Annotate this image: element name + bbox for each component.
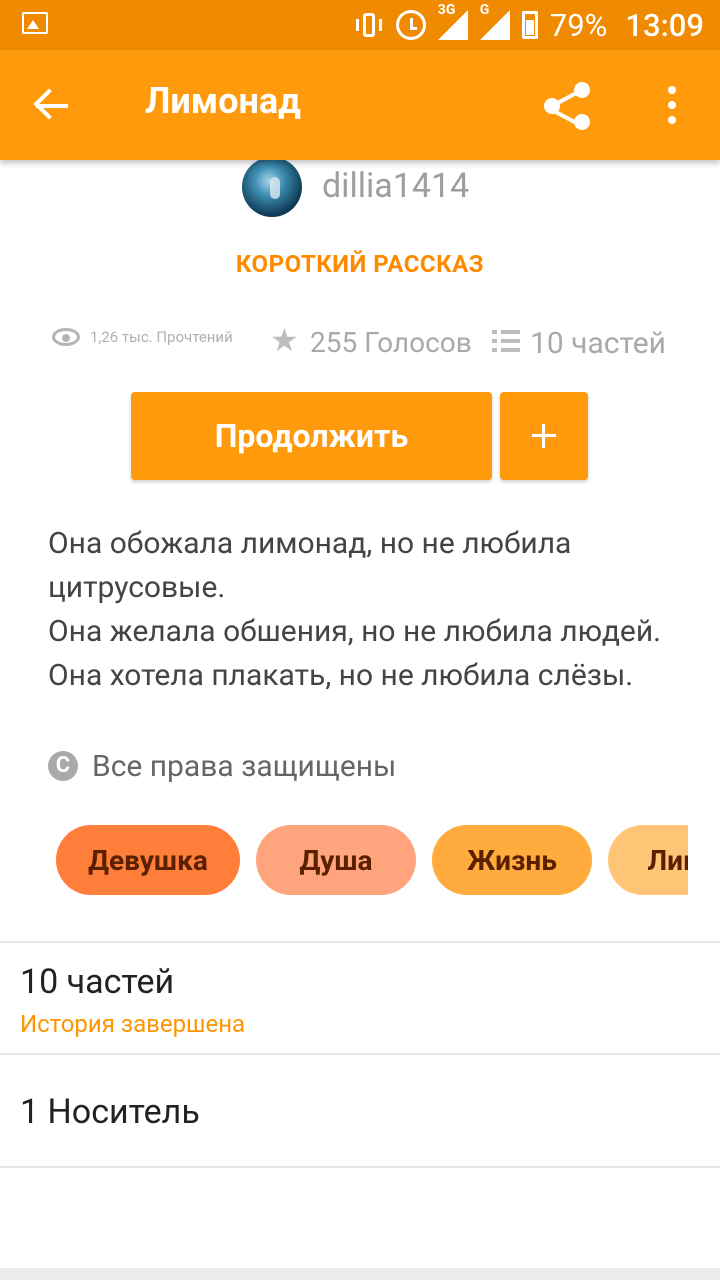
description-line: Она хотела плакать, но не любила слёзы. xyxy=(48,658,634,693)
author-username[interactable]: dillia1414 xyxy=(322,166,469,206)
carrier-title: 1 Носитель xyxy=(20,1092,200,1132)
reads-count: 1,26 тыс. Прочтений xyxy=(90,328,233,346)
description-line: Она желала обшения, но не любила людей. xyxy=(48,614,662,649)
author-avatar[interactable] xyxy=(242,157,302,217)
parts-title: 10 частей xyxy=(20,962,175,1002)
tag-chip[interactable]: Жизнь xyxy=(432,825,592,895)
add-to-library-button[interactable] xyxy=(500,392,588,480)
tag-chip[interactable]: Девушка xyxy=(56,825,240,895)
parts-count: 10 частей xyxy=(530,326,666,361)
parts-section[interactable]: 10 частей История завершена xyxy=(0,944,720,1054)
signal-g-icon: G xyxy=(479,2,510,40)
tag-list: Девушка Душа Жизнь Лимонад xyxy=(56,825,688,897)
continue-button[interactable]: Продолжить xyxy=(131,392,492,480)
description-line: цитрусовые. xyxy=(48,570,226,605)
copyright-icon xyxy=(48,751,78,781)
battery-percent: 79% xyxy=(549,6,608,44)
status-icons: 3G G 79% 13:09 xyxy=(354,0,704,50)
page-title: Лимонад xyxy=(145,80,301,122)
app-bar: Лимонад xyxy=(0,50,720,160)
more-vert-icon[interactable] xyxy=(660,86,684,126)
divider xyxy=(0,1166,720,1168)
story-description: Она обожала лимонад, но не любила цитрус… xyxy=(48,522,688,698)
share-icon[interactable] xyxy=(540,78,596,134)
status-bar: 3G G 79% 13:09 xyxy=(0,0,720,50)
description-line: Она обожала лимонад, но не любила xyxy=(48,526,572,561)
back-arrow-icon[interactable] xyxy=(30,83,80,129)
story-status: История завершена xyxy=(20,1010,246,1038)
tag-chip[interactable]: Лимонад xyxy=(608,825,688,895)
bottom-strip xyxy=(0,1268,720,1280)
tag-label: Девушка xyxy=(88,843,208,877)
battery-icon xyxy=(521,11,538,39)
story-stats: 1,26 тыс. Прочтений ★ 255 Голосов 10 час… xyxy=(0,318,720,368)
tag-label: Жизнь xyxy=(467,843,557,877)
network-g-label: G xyxy=(479,2,490,18)
story-category[interactable]: КОРОТКИЙ РАССКАЗ xyxy=(0,250,720,278)
carrier-section[interactable]: 1 Носитель xyxy=(0,1056,720,1166)
copyright-notice: Все права защищены xyxy=(48,744,396,788)
list-icon xyxy=(492,330,520,352)
clock: 13:09 xyxy=(625,6,704,44)
tag-label: Лимонад xyxy=(647,843,688,877)
divider xyxy=(0,1053,720,1055)
votes-count: 255 Голосов xyxy=(310,326,472,359)
star-icon: ★ xyxy=(270,321,299,359)
tag-chip[interactable]: Душа xyxy=(256,825,416,895)
eye-icon xyxy=(52,328,80,346)
divider xyxy=(0,941,720,943)
network-3g-label: 3G xyxy=(437,2,456,18)
signal-3g-icon: 3G xyxy=(437,2,468,40)
vibrate-icon xyxy=(354,11,384,39)
copyright-text: Все права защищены xyxy=(92,748,397,784)
image-notification-icon xyxy=(22,12,48,34)
alarm-icon xyxy=(395,10,426,40)
tag-label: Душа xyxy=(299,843,373,877)
